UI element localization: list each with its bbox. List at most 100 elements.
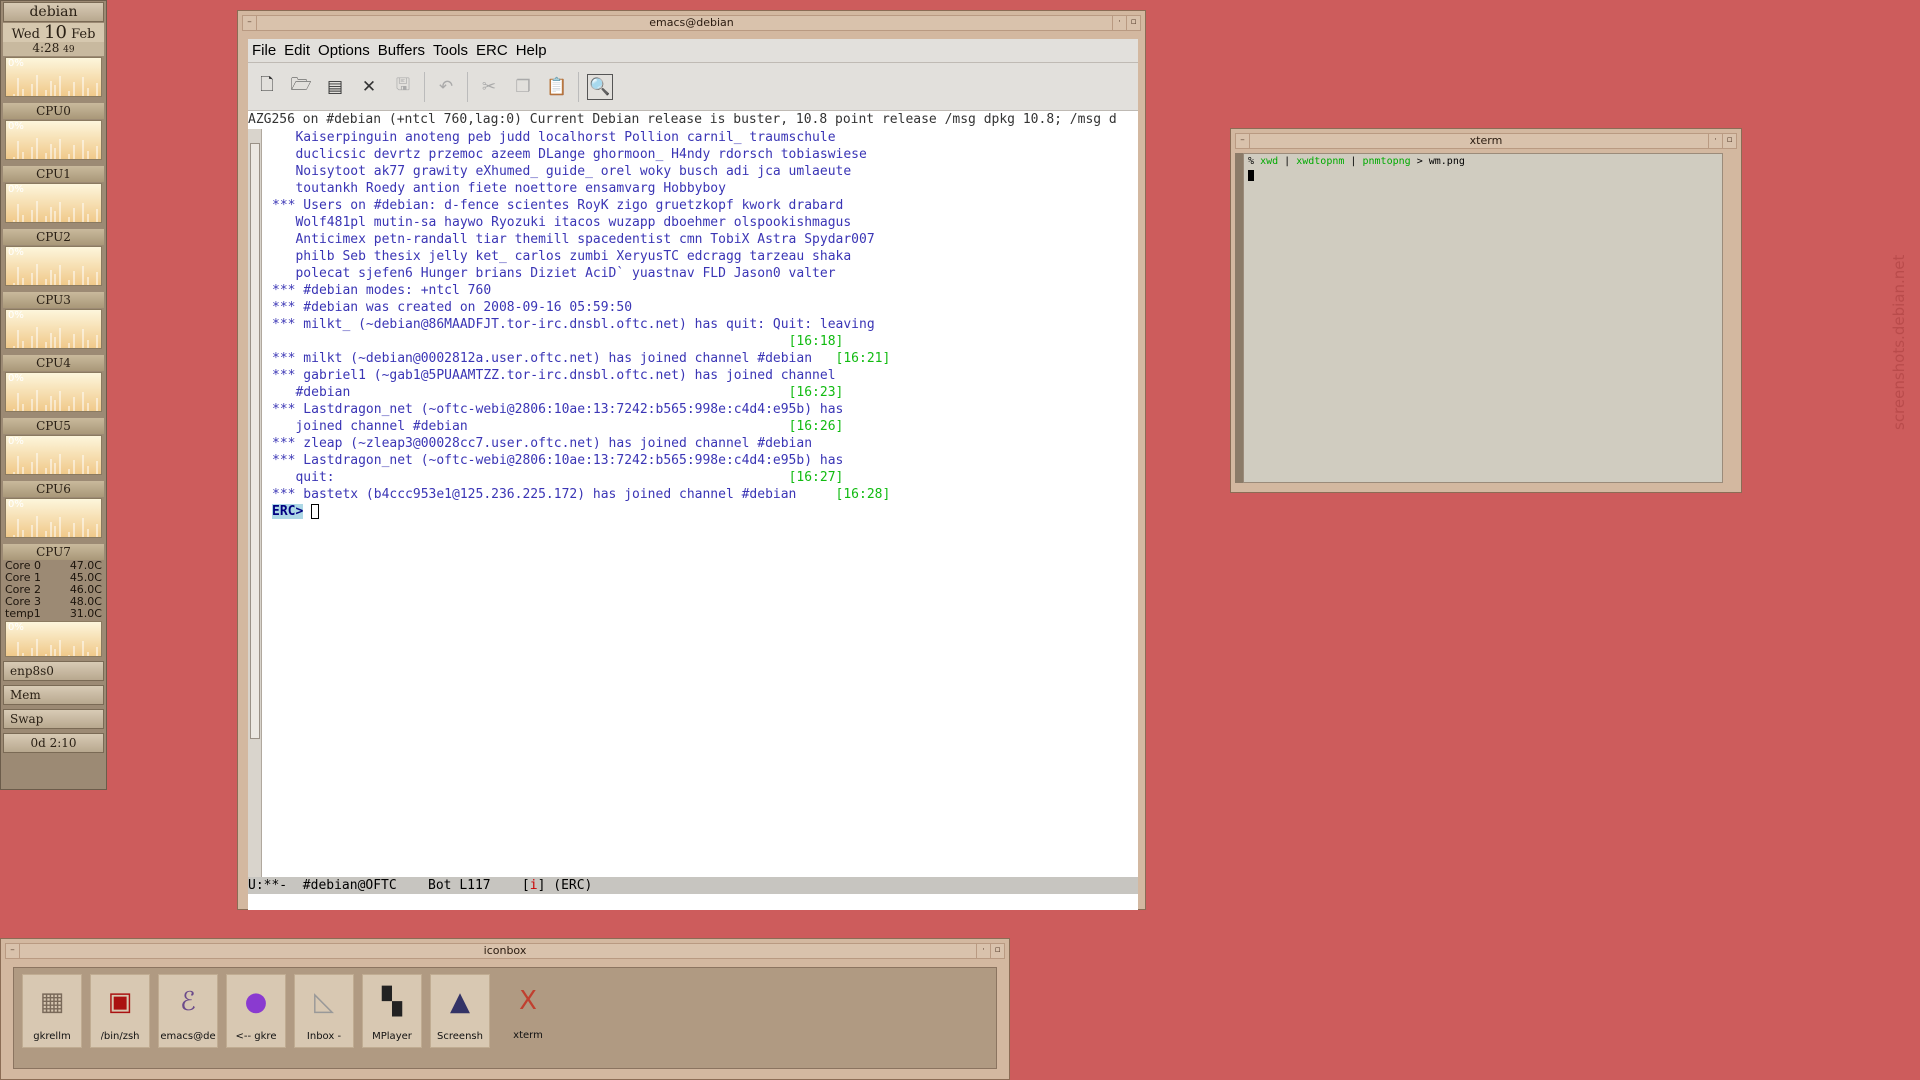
erc-line-text: Anticimex petn-randall tiar themill spac…	[272, 232, 875, 247]
maximize-icon[interactable]: ▫	[1722, 134, 1736, 148]
iconbox-content: ▦ gkrellm ▣ /bin/zsh ℰemacs@de ● <-- gkre ◺ Inbo…	[13, 967, 997, 1069]
erc-line: joined channel #debian [16:26]	[272, 418, 890, 435]
uptime: 0d 2:10	[3, 733, 104, 753]
cpu-graph: 0%	[5, 120, 102, 160]
menu-edit[interactable]: Edit	[284, 42, 310, 59]
menu-options[interactable]: Options	[318, 42, 370, 59]
minimize-icon[interactable]: ·	[1112, 16, 1126, 30]
paste-icon[interactable]: 📋	[544, 74, 570, 100]
undo-icon[interactable]: ↶	[433, 74, 459, 100]
emacs-titlebar[interactable]: – emacs@debian · ▫	[242, 15, 1141, 31]
menu-help[interactable]: Help	[516, 42, 547, 59]
iconbox-item-mplayer[interactable]: ▚ MPlayer	[362, 974, 422, 1048]
modeline-right: ] (ERC)	[537, 878, 593, 893]
erc-line-text	[272, 334, 789, 349]
iconbox-window[interactable]: – iconbox · ▫ ▦ gkrellm ▣ /bin/zsh ℰemacs@de…	[0, 938, 1010, 1080]
mplayer-icon: ▚	[382, 987, 402, 1017]
iconbox-item-gkre[interactable]: ● <-- gkre	[226, 974, 286, 1048]
terminal-icon: ▣	[107, 987, 133, 1017]
xterm-terminal[interactable]: % xwd | xwdtopnm | pnmtopng > wm.png	[1243, 153, 1723, 483]
erc-line: Wolf481pl mutin-sa haywo Ryozuki itacos …	[272, 214, 890, 231]
date-weekday: Wed	[11, 27, 40, 42]
iconbox-item-binzsh[interactable]: ▣ /bin/zsh	[90, 974, 150, 1048]
cpu-label: CPU5	[3, 418, 104, 434]
search-icon[interactable]: 🔍	[587, 73, 613, 100]
maximize-icon[interactable]: ▫	[990, 944, 1004, 958]
menu-file[interactable]: File	[252, 42, 276, 59]
firefox-icon: ●	[244, 987, 268, 1017]
iconbox-titlebar[interactable]: – iconbox · ▫	[5, 943, 1005, 959]
xterm-cursor	[1248, 170, 1254, 181]
hostname: debian	[3, 2, 104, 22]
cpu-graph: 0%	[5, 183, 102, 223]
cut-icon[interactable]: ✂	[476, 74, 502, 100]
text-cursor	[311, 504, 320, 519]
cpu-percent: 0%	[8, 373, 24, 384]
erc-line: duclicsic devrtz przemoc azeem DLange gh…	[272, 146, 890, 163]
erc-line: *** milkt (~debian@0002812a.user.oftc.ne…	[272, 350, 890, 367]
erc-buffer[interactable]: Kaiserpinguin anoteng peb judd localhors…	[248, 129, 1138, 877]
cpu-label: CPU0	[3, 103, 104, 119]
cmd-xwdtopnm: xwdtopnm	[1296, 156, 1345, 167]
erc-line: *** gabriel1 (~gab1@5PUAAMTZZ.tor-irc.dn…	[272, 367, 890, 384]
xterm-window[interactable]: – xterm · ▫ % xwd | xwdtopnm | pnmtopng …	[1230, 128, 1742, 493]
minimize-icon[interactable]: ·	[1708, 134, 1722, 148]
erc-line-text: *** Users on #debian: d-fence scientes R…	[272, 198, 844, 213]
erc-line-text: Noisytoot ak77 grawity eXhumed_ guide_ o…	[272, 164, 852, 179]
cpu-label: CPU6	[3, 481, 104, 497]
erc-timestamp: [16:21]	[835, 351, 891, 366]
emacs-toolbar: 🗋 🗁 ▤ ✕ 🖫 ↶ ✂ ❐ 📋 🔍	[248, 63, 1138, 111]
emacs-scrollbar[interactable]	[248, 129, 262, 877]
new-file-icon[interactable]: 🗋	[254, 74, 280, 100]
window-menu-icon[interactable]: –	[6, 944, 20, 958]
clock: 4:28 49	[3, 42, 104, 56]
dired-icon[interactable]: ▤	[322, 74, 348, 100]
copy-icon[interactable]: ❐	[510, 74, 536, 100]
window-menu-icon[interactable]: –	[1236, 134, 1250, 148]
date-day: 10	[44, 22, 67, 43]
cpu-graph: 0%	[5, 498, 102, 538]
toolbar-separator	[424, 71, 425, 102]
date-display: Wed 10 Feb	[3, 23, 104, 42]
erc-line-text: *** milkt (~debian@0002812a.user.oftc.ne…	[272, 351, 836, 366]
erc-timestamp: [16:18]	[788, 334, 844, 349]
menu-tools[interactable]: Tools	[433, 42, 468, 59]
erc-line-text: *** Lastdragon_net (~oftc-webi@2806:10ae…	[272, 402, 844, 417]
window-menu-icon[interactable]: –	[243, 16, 257, 30]
erc-line: *** zleap (~zleap3@00028cc7.user.oftc.ne…	[272, 435, 890, 452]
output-file: wm.png	[1428, 156, 1465, 167]
xterm-command-line: % xwd | xwdtopnm | pnmtopng > wm.png	[1248, 156, 1465, 167]
gkrellm-icon: ▦	[39, 987, 65, 1017]
erc-line: *** milkt_ (~debian@86MAADFJT.tor-irc.dn…	[272, 316, 890, 333]
scrollbar-thumb[interactable]	[250, 143, 260, 739]
iconbox-item-screensh[interactable]: ▲ Screensh	[430, 974, 490, 1048]
iconbox-item-xterm[interactable]: Xxterm	[498, 974, 558, 1048]
temperature-list: Core 0 47.0C Core 1 45.0C Core 2 46.0C Core 34…	[5, 560, 102, 620]
cpu-percent: 0%	[8, 622, 24, 633]
cpu-percent: 0%	[8, 184, 24, 195]
maximize-icon[interactable]: ▫	[1126, 16, 1140, 30]
watermark: screenshots.debian.net	[1890, 254, 1908, 430]
erc-line: toutankh Roedy antion fiete noettore ens…	[272, 180, 890, 197]
menu-buffers[interactable]: Buffers	[378, 42, 425, 59]
iconbox-item-inbox[interactable]: ◺ Inbox -	[294, 974, 354, 1048]
open-folder-icon[interactable]: 🗁	[288, 74, 314, 100]
pipe-symbol: |	[1284, 156, 1291, 167]
net-label: enp8s0	[3, 661, 104, 681]
close-icon[interactable]: ✕	[356, 74, 382, 100]
erc-line-text: *** Lastdragon_net (~oftc-webi@2806:10ae…	[272, 453, 844, 468]
save-icon[interactable]: 🖫	[390, 74, 416, 100]
minibuffer[interactable]	[248, 894, 1138, 910]
iconbox-item-emacsde[interactable]: ℰemacs@de	[158, 974, 218, 1048]
emacs-window[interactable]: – emacs@debian · ▫ File Edit Options Buffer…	[237, 10, 1146, 910]
erc-line: *** #debian modes: +ntcl 760	[272, 282, 890, 299]
erc-prompt-line[interactable]: ERC>	[272, 503, 890, 520]
iconbox-label: gkrellm	[33, 1031, 71, 1042]
iconbox-item-gkrellm[interactable]: ▦ gkrellm	[22, 974, 82, 1048]
cpu-graph: 0%	[5, 57, 102, 97]
xterm-scrollbar[interactable]	[1235, 153, 1243, 483]
xterm-titlebar[interactable]: – xterm · ▫	[1235, 133, 1737, 149]
menu-erc[interactable]: ERC	[476, 42, 508, 59]
erc-line-text: philb Seb thesix jelly ket_ carlos zumbi…	[272, 249, 852, 264]
minimize-icon[interactable]: ·	[976, 944, 990, 958]
